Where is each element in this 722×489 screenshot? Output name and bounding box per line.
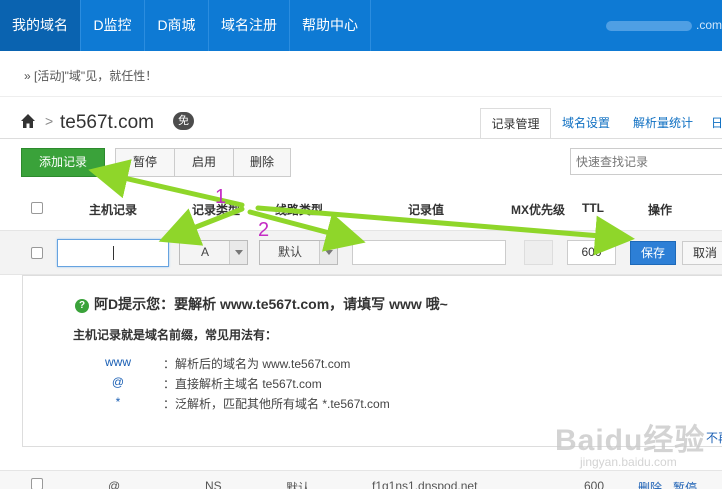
header-record-value: 记录值 xyxy=(408,203,445,217)
search-box xyxy=(570,148,722,175)
record-search-input[interactable] xyxy=(571,149,721,174)
tab-resolution-stats[interactable]: 解析量统计 xyxy=(621,108,705,139)
table-row: @ NS 默认 f1g1ns1.dnspod.net 600 删除 暂停 xyxy=(0,470,722,489)
cancel-button[interactable]: 取消 xyxy=(682,241,722,265)
tip-subtitle: 主机记录就是域名前缀，常见用法有： xyxy=(73,328,278,342)
row-line: 默认 xyxy=(286,481,311,489)
select-all-checkbox[interactable] xyxy=(31,202,43,214)
activity-notice-link[interactable]: » [活动]"域"见，就任性！ xyxy=(24,67,157,84)
line-type-select[interactable]: 默认 xyxy=(259,240,338,265)
row-type: NS xyxy=(205,479,222,489)
user-domain-suffix: .com xyxy=(695,18,722,32)
row-ttl: 600 xyxy=(584,479,605,489)
header-host: 主机记录 xyxy=(89,203,138,217)
nav-tab-d-store[interactable]: D商城 xyxy=(145,0,208,51)
text-cursor xyxy=(113,246,114,260)
domain-title: te567t.com xyxy=(60,112,154,133)
watermark-url: jingyan.baidu.com xyxy=(580,455,677,469)
baidu-jingyan-watermark-logo: Baidu经验 xyxy=(555,424,706,457)
tip-example: * ：泛解析，匹配其他所有域名 *.te567t.com xyxy=(73,395,673,411)
top-navigation: 我的域名 D监控 D商城 域名注册 帮助中心 .com xyxy=(0,0,722,51)
home-icon[interactable] xyxy=(20,113,36,129)
chevron-down-icon xyxy=(319,241,337,264)
header-line-type: 线路类型 xyxy=(275,203,324,217)
tip-example: www ：解析后的域名为 www.te567t.com xyxy=(73,355,673,371)
row-host: @ xyxy=(108,479,121,489)
tab-domain-settings[interactable]: 域名设置 xyxy=(553,108,619,139)
breadcrumb-chevron-icon: > xyxy=(45,113,54,129)
delete-button[interactable]: 删除 xyxy=(234,149,290,176)
mx-priority-input xyxy=(524,240,553,265)
row-checkbox[interactable] xyxy=(31,247,43,259)
dismiss-tip-link[interactable]: 不再 xyxy=(706,429,722,446)
nav-tab-d-monitor[interactable]: D监控 xyxy=(81,0,144,51)
step-number-1: 1 xyxy=(215,186,227,208)
record-action-group: 暂停 启用 删除 xyxy=(115,148,291,177)
row-pause-link[interactable]: 暂停 xyxy=(673,479,697,489)
blurred-username xyxy=(605,20,692,31)
record-value-input[interactable] xyxy=(352,240,506,265)
example-desc: ：直接解析主域名 te567t.com xyxy=(163,377,322,391)
table-header: 主机记录 记录类型 线路类型 记录值 MX优先级 TTL 操作 xyxy=(0,196,722,222)
tip-example: @ ：直接解析主域名 te567t.com xyxy=(73,375,673,391)
record-type-select[interactable]: A xyxy=(179,240,248,265)
divider xyxy=(0,96,722,97)
nav-tab-help-center[interactable]: 帮助中心 xyxy=(290,0,370,51)
nav-tab-domain-register[interactable]: 域名注册 xyxy=(209,0,289,51)
chevron-down-icon xyxy=(229,241,247,264)
enable-button[interactable]: 启用 xyxy=(175,149,233,176)
example-desc: ：解析后的域名为 www.te567t.com xyxy=(163,357,351,371)
nav-divider xyxy=(370,0,371,51)
add-record-button[interactable]: 添加记录 xyxy=(21,148,105,177)
tip-title-text: 阿D提示您：要解析 www.te567t.com，请填写 www 哦~ xyxy=(94,296,448,312)
header-actions: 操作 xyxy=(648,203,673,217)
free-plan-badge[interactable]: 免 xyxy=(173,112,194,130)
example-key: www xyxy=(105,355,131,369)
record-type-value: A xyxy=(200,245,209,259)
nav-tab-my-domains[interactable]: 我的域名 xyxy=(0,0,80,51)
example-desc: ：泛解析，匹配其他所有域名 *.te567t.com xyxy=(163,397,390,411)
tabs-underline xyxy=(0,138,722,139)
tip-title: ? 阿D提示您：要解析 www.te567t.com，请填写 www 哦~ xyxy=(75,294,448,314)
example-key: * xyxy=(115,395,121,409)
row-value: f1g1ns1.dnspod.net xyxy=(372,479,478,489)
pause-button[interactable]: 暂停 xyxy=(116,149,174,176)
row-delete-link[interactable]: 删除 xyxy=(638,479,662,489)
user-account[interactable]: .com xyxy=(605,18,722,32)
step-number-2: 2 xyxy=(258,219,270,241)
header-ttl: TTL xyxy=(582,201,604,215)
header-mx-priority: MX优先级 xyxy=(511,203,566,217)
tab-log[interactable]: 日 xyxy=(707,108,722,139)
ttl-input[interactable]: 600 xyxy=(567,240,616,265)
save-button[interactable]: 保存 xyxy=(630,241,676,265)
question-icon: ? xyxy=(75,299,89,313)
line-type-value: 默认 xyxy=(277,245,302,259)
row-checkbox[interactable] xyxy=(31,478,43,489)
host-record-input[interactable] xyxy=(57,239,169,267)
example-key: @ xyxy=(111,375,125,389)
tab-record-management[interactable]: 记录管理 xyxy=(480,108,551,139)
